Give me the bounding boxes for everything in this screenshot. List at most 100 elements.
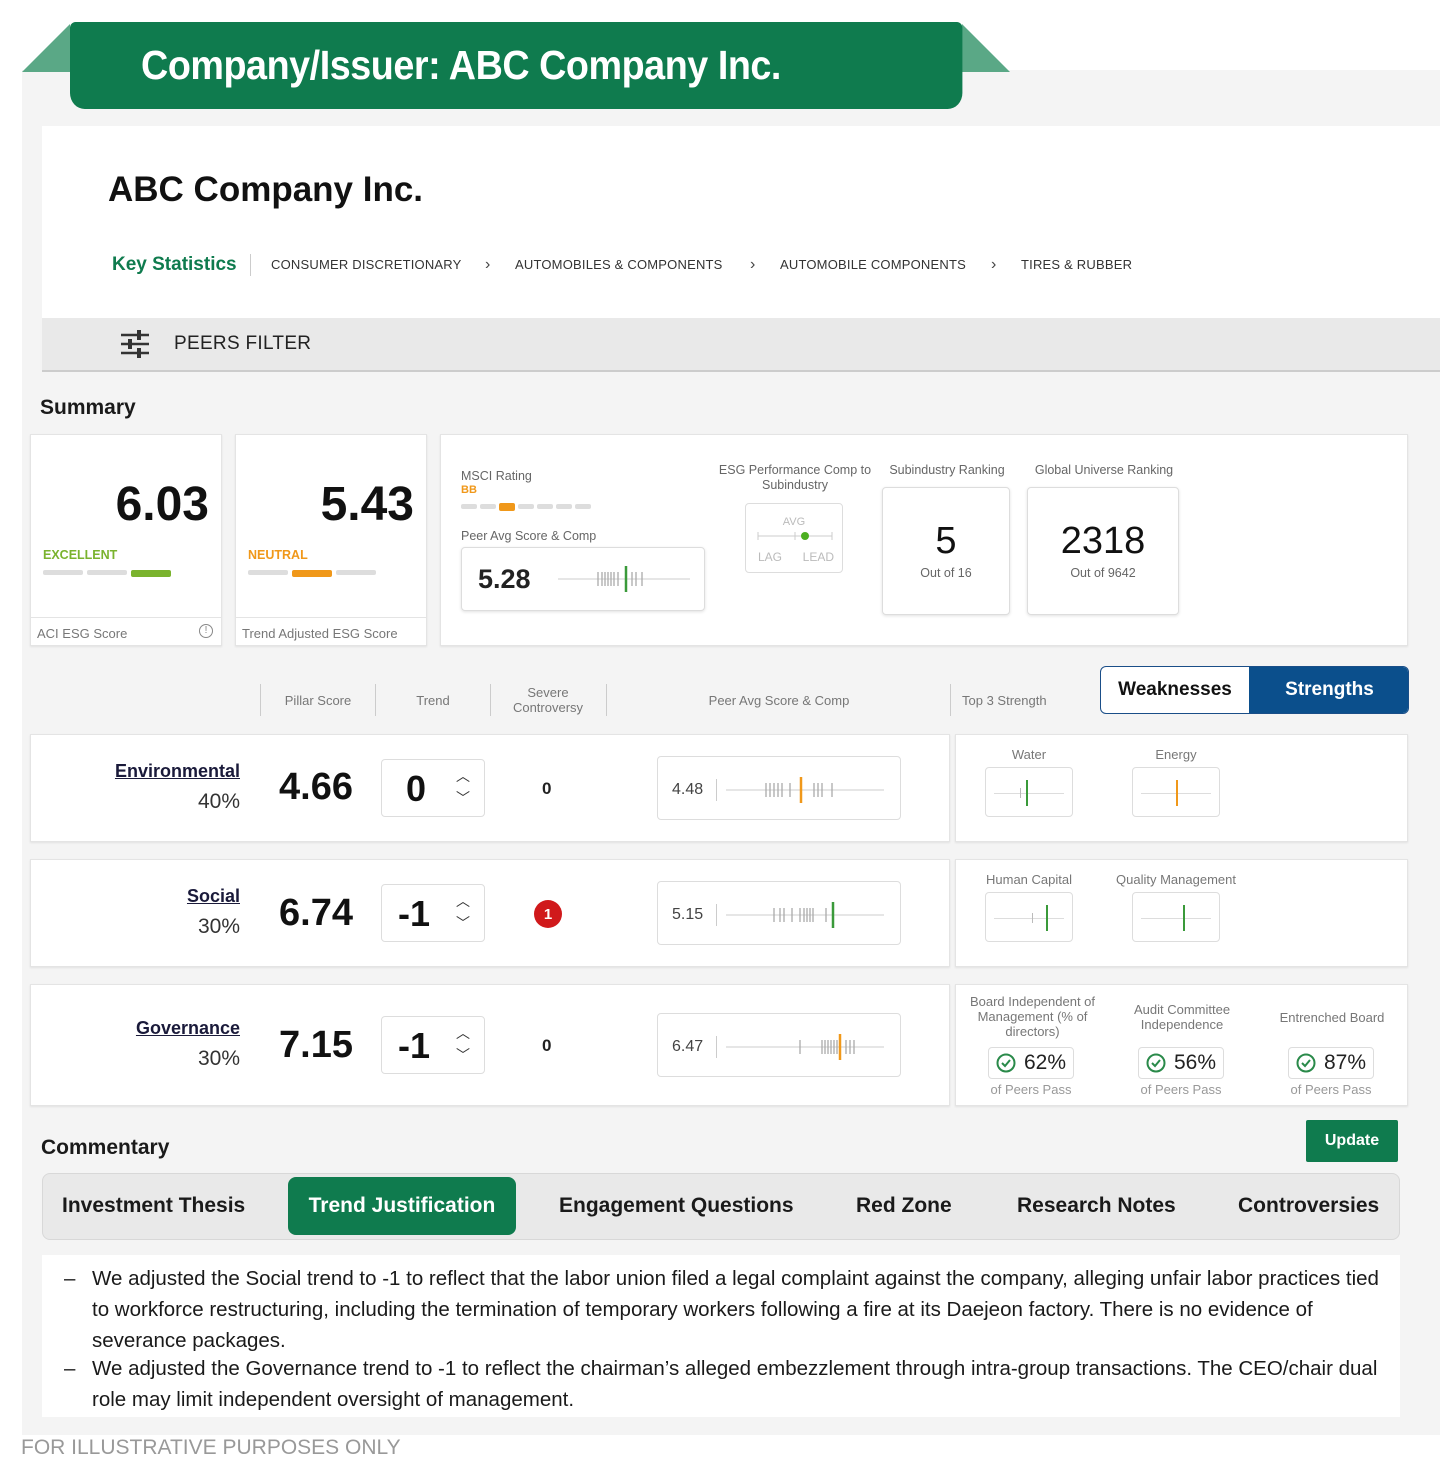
pass-sub-label: of Peers Pass xyxy=(1140,1082,1222,1097)
chevron-down-icon[interactable]: ﹀ xyxy=(456,1045,470,1065)
chevron-right-icon: › xyxy=(750,256,756,273)
disclaimer-text: FOR ILLUSTRATIVE PURPOSES ONLY xyxy=(21,1436,401,1459)
governance-pillar-score: 7.15 xyxy=(279,1024,353,1066)
aci-esg-score-card: 6.03 EXCELLENT ACI ESG Score ! xyxy=(30,434,222,646)
msci-rating-value: BB xyxy=(461,484,477,496)
weaknesses-toggle[interactable]: Weaknesses xyxy=(1101,667,1249,713)
global-rank-sub: Out of 9642 xyxy=(1070,566,1136,580)
environmental-trend-value: 0 xyxy=(406,768,427,809)
tab-trend-justification[interactable]: Trend Justification xyxy=(288,1177,516,1235)
aci-score-value: 6.03 xyxy=(115,478,209,531)
sliders-icon[interactable] xyxy=(120,330,150,358)
global-ranking-box: 2318 Out of 9642 xyxy=(1027,487,1179,615)
info-icon[interactable]: ! xyxy=(199,624,213,638)
chevron-down-icon[interactable]: ﹀ xyxy=(456,913,470,933)
chevron-down-icon[interactable]: ﹀ xyxy=(456,788,470,808)
issuer-banner: Company/Issuer: ABC Company Inc. xyxy=(70,22,963,109)
environmental-trend-stepper[interactable]: 0 ︿ ﹀ xyxy=(381,759,485,817)
update-button[interactable]: Update xyxy=(1306,1120,1398,1162)
governance-weight: 30% xyxy=(197,1047,240,1070)
peer-avg-label: Peer Avg Score & Comp xyxy=(461,529,597,543)
subindustry-rank-value: 5 xyxy=(935,520,957,562)
social-trend-stepper[interactable]: -1 ︿ ﹀ xyxy=(381,884,485,942)
column-divider xyxy=(606,684,607,716)
governance-trend-stepper[interactable]: -1 ︿ ﹀ xyxy=(381,1016,485,1074)
tab-engagement-questions[interactable]: Engagement Questions xyxy=(559,1194,794,1218)
column-divider xyxy=(375,684,376,716)
energy-strength-box xyxy=(1132,767,1220,817)
breadcrumb-item[interactable]: AUTOMOBILE COMPONENTS xyxy=(780,257,966,272)
column-divider xyxy=(490,684,491,716)
environmental-strengths: Water Energy xyxy=(955,734,1408,842)
aci-score-label: ACI ESG Score xyxy=(37,626,128,641)
peer-distribution-sparkline xyxy=(558,566,690,592)
bullet-dash: – xyxy=(64,1267,76,1290)
chevron-right-icon: › xyxy=(485,256,491,273)
breadcrumb-item[interactable]: CONSUMER DISCRETIONARY xyxy=(271,257,462,272)
environmental-peer-sparkline xyxy=(726,777,884,803)
company-name: ABC Company Inc. xyxy=(108,170,424,209)
lag-lead-scale xyxy=(757,532,833,540)
chevron-right-icon: › xyxy=(991,256,997,273)
esg-performance-box: AVG LAG LEAD xyxy=(745,503,843,573)
trend-adjusted-footer: Trend Adjusted ESG Score xyxy=(236,617,426,645)
board-independence-pass-value: 62% xyxy=(1023,1051,1067,1074)
social-pillar-link[interactable]: Social xyxy=(187,886,240,907)
governance-controversy-count: 0 xyxy=(542,1036,552,1055)
environmental-controversy-count: 0 xyxy=(542,779,552,798)
ratings-card: MSCI Rating BB Peer Avg Score & Comp 5.2… xyxy=(440,434,1408,646)
key-statistics-link[interactable]: Key Statistics xyxy=(112,254,237,276)
commentary-bullet: We adjusted the Governance trend to -1 t… xyxy=(92,1357,1378,1411)
social-controversy-badge[interactable]: 1 xyxy=(534,900,562,928)
governance-strengths: Board Independent of Management (% of di… xyxy=(955,984,1408,1106)
severe-controversy-header: Severe Controversy xyxy=(512,685,584,715)
aci-band-label: EXCELLENT xyxy=(43,548,118,562)
peer-avg-value: 5.28 xyxy=(478,564,531,594)
governance-peer-comp: 6.47 xyxy=(657,1013,901,1077)
environmental-pillar-link[interactable]: Environmental xyxy=(115,761,240,782)
weakness-strength-toggle: Weaknesses Strengths xyxy=(1100,666,1409,714)
lag-label: LAG xyxy=(758,550,783,564)
subindustry-ranking-label: Subindustry Ranking xyxy=(889,463,1005,477)
peer-avg-header: Peer Avg Score & Comp xyxy=(708,693,850,708)
pillar-score-header: Pillar Score xyxy=(284,693,352,708)
strength-label: Board Independent of Management (% of di… xyxy=(969,994,1096,1039)
esg-performance-label: ESG Performance Comp to Subindustry xyxy=(718,463,872,492)
trend-header: Trend xyxy=(416,693,450,708)
trend-adjusted-score-card: 5.43 NEUTRAL Trend Adjusted ESG Score xyxy=(235,434,427,646)
tab-investment-thesis[interactable]: Investment Thesis xyxy=(62,1194,245,1218)
social-peer-avg: 5.15 xyxy=(672,906,704,923)
breadcrumb-item[interactable]: AUTOMOBILES & COMPONENTS xyxy=(515,257,723,272)
commentary-bullet: We adjusted the Social trend to -1 to re… xyxy=(92,1267,1379,1352)
column-divider xyxy=(260,684,261,716)
peers-filter-label[interactable]: PEERS FILTER xyxy=(174,333,311,355)
aci-band-meter xyxy=(43,570,171,577)
pass-sub-label: of Peers Pass xyxy=(1290,1082,1372,1097)
trend-adjusted-score-label: Trend Adjusted ESG Score xyxy=(242,626,398,641)
chevron-up-icon[interactable]: ︿ xyxy=(456,1023,470,1043)
check-circle-icon xyxy=(1146,1053,1166,1073)
strengths-toggle[interactable]: Strengths xyxy=(1249,667,1408,713)
tab-research-notes[interactable]: Research Notes xyxy=(1017,1194,1176,1218)
strength-label: Energy xyxy=(1155,747,1197,762)
banner-wing-right xyxy=(962,24,1010,72)
breadcrumb-divider xyxy=(250,254,251,276)
breadcrumb-item[interactable]: TIRES & RUBBER xyxy=(1021,257,1132,272)
chevron-up-icon[interactable]: ︿ xyxy=(456,766,470,786)
tab-controversies[interactable]: Controversies xyxy=(1238,1194,1379,1218)
company-header xyxy=(42,126,1440,318)
check-circle-icon xyxy=(996,1053,1016,1073)
strength-label: Human Capital xyxy=(986,872,1072,887)
commentary-title: Commentary xyxy=(41,1136,170,1159)
strength-label: Water xyxy=(1011,747,1047,762)
trend-adjusted-band-meter xyxy=(248,570,376,577)
environmental-weight: 40% xyxy=(197,790,240,813)
tab-red-zone[interactable]: Red Zone xyxy=(856,1194,952,1218)
top3-strength-header: Top 3 Strength xyxy=(962,693,1047,708)
governance-pillar-link[interactable]: Governance xyxy=(136,1018,240,1039)
check-circle-icon xyxy=(1296,1053,1316,1073)
audit-committee-pass-value: 56% xyxy=(1173,1051,1217,1074)
quality-management-strength-box xyxy=(1132,892,1220,942)
chevron-up-icon[interactable]: ︿ xyxy=(456,891,470,911)
trend-adjusted-score-value: 5.43 xyxy=(320,478,414,531)
